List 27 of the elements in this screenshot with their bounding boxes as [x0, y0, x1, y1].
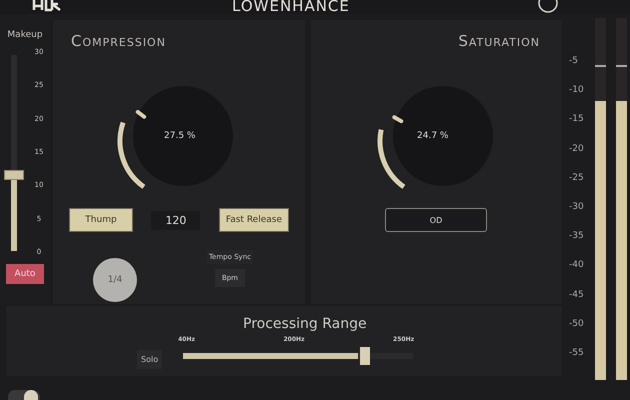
- scale-label: -40: [569, 260, 584, 270]
- scale-label: -15: [569, 114, 584, 124]
- tempo-field[interactable]: 120: [151, 210, 200, 230]
- scale-label: -5: [569, 56, 578, 66]
- scale-label: -45: [569, 290, 584, 300]
- scale-label: -10: [569, 85, 584, 96]
- scale-label: -30: [569, 202, 584, 212]
- division-knob[interactable]: 1/4: [93, 258, 137, 302]
- scale-label: -20: [569, 144, 584, 154]
- knob-reading: 24.7 %: [417, 131, 448, 141]
- scale-label: -35: [569, 231, 584, 242]
- section-title: Compression: [71, 32, 166, 50]
- scale-label: -50: [569, 318, 584, 329]
- od-button[interactable]: OD: [385, 208, 487, 232]
- makeup-label: Makeup: [7, 30, 43, 40]
- logo-icon: [32, 0, 62, 12]
- thump-button[interactable]: Thump: [69, 208, 133, 232]
- knob-reading: 27.5 %: [164, 131, 196, 141]
- scale-label: -25: [569, 172, 584, 183]
- toggle-switch[interactable]: [8, 390, 40, 400]
- scale-label: -55: [569, 348, 584, 358]
- solo-button[interactable]: Solo: [137, 350, 162, 369]
- plugin-title: LOWENHANCE: [232, 0, 350, 14]
- power-icon[interactable]: [538, 0, 558, 14]
- section-title: Saturation: [458, 32, 540, 50]
- fast-release-button[interactable]: Fast Release: [218, 208, 289, 232]
- section-title: Processing Range: [243, 316, 367, 332]
